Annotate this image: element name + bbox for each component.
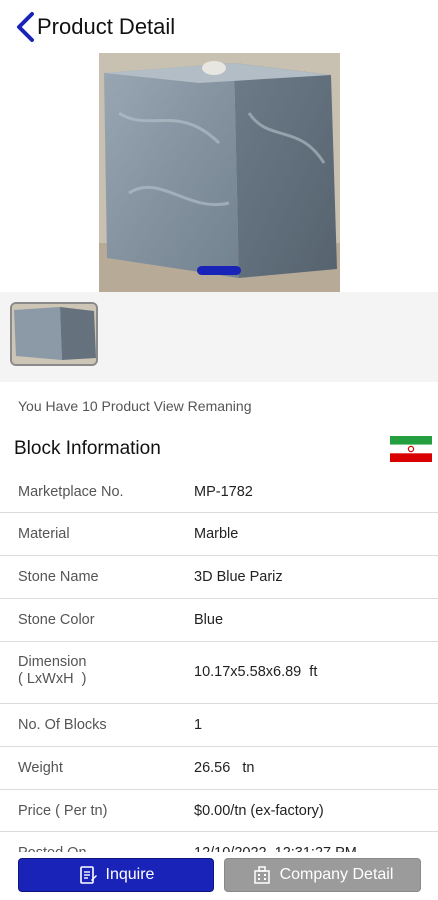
detail-value: Marble: [194, 526, 239, 542]
inquire-button-label: Inquire: [105, 866, 155, 883]
gallery-page-indicator[interactable]: [197, 266, 241, 275]
detail-label: Dimension ( LxWxH ): [18, 654, 87, 687]
detail-label: Weight: [18, 760, 63, 776]
detail-value: MP-1782: [194, 484, 253, 500]
detail-row: Dimension ( LxWxH ) 10.17x5.58x6.89 ft: [0, 642, 438, 704]
product-image[interactable]: [99, 53, 340, 292]
detail-label: Stone Name: [18, 569, 99, 585]
detail-value: 26.56 tn: [194, 760, 255, 776]
app-header: Product Detail: [0, 0, 438, 54]
detail-row: Weight 26.56 tn: [0, 747, 438, 790]
detail-label: Stone Color: [18, 612, 95, 628]
iran-flag-icon: [390, 436, 432, 462]
detail-row: Stone Name 3D Blue Pariz: [0, 556, 438, 599]
detail-value: $0.00/tn (ex-factory): [194, 803, 324, 819]
thumbnail-image[interactable]: [10, 302, 98, 366]
company-detail-button[interactable]: Company Detail: [224, 858, 421, 892]
detail-row: No. Of Blocks 1: [0, 704, 438, 747]
page-title: Product Detail: [37, 14, 176, 39]
detail-label: Marketplace No.: [18, 484, 124, 500]
company-detail-button-label: Company Detail: [279, 866, 394, 883]
detail-label: Price ( Per tn): [18, 803, 108, 819]
detail-label: No. Of Blocks: [18, 717, 107, 733]
inquiry-form-icon: [79, 866, 97, 884]
detail-row: Stone Color Blue: [0, 599, 438, 642]
action-bar: Inquire Company Detail: [0, 852, 438, 900]
detail-row: Marketplace No. MP-1782: [0, 471, 438, 513]
section-title: Block Information: [14, 438, 161, 459]
detail-value: 1: [194, 717, 203, 733]
details-table: Marketplace No. MP-1782 Material Marble Ston…: [0, 471, 438, 875]
detail-label: Material: [18, 526, 70, 542]
detail-value: Blue: [194, 612, 224, 628]
back-arrow-icon[interactable]: [14, 11, 36, 43]
detail-row: Price ( Per tn) $0.00/tn (ex-factory): [0, 790, 438, 832]
inquire-button[interactable]: Inquire: [18, 858, 214, 892]
detail-value: 3D Blue Pariz: [194, 569, 283, 585]
detail-value: 10.17x5.58x6.89 ft: [194, 664, 318, 680]
building-icon: [253, 866, 270, 884]
detail-row: Material Marble: [0, 513, 438, 556]
views-remaining-notice: You Have 10 Product View Remaning: [18, 398, 252, 414]
thumbnail-strip: [0, 292, 438, 382]
